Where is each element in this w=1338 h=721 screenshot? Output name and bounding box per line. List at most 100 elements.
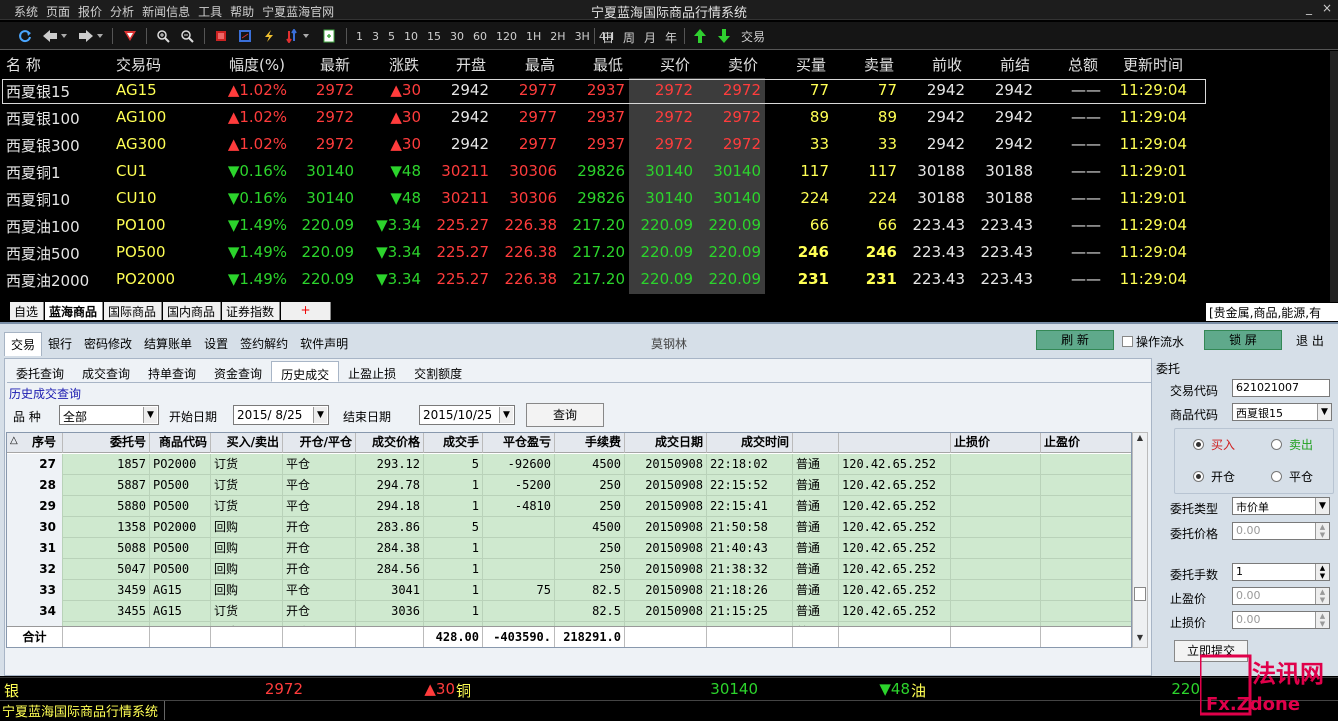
- chevron-down-icon[interactable]: ▼: [1315, 498, 1329, 514]
- submit-order-button[interactable]: 立即提交: [1174, 640, 1248, 662]
- trade-button[interactable]: 交易: [738, 27, 768, 45]
- goods-code-select[interactable]: 西夏银15 ▼: [1232, 403, 1332, 421]
- zoom-in-icon[interactable]: [154, 27, 172, 45]
- grid-col-header[interactable]: 成交日期: [625, 433, 707, 453]
- trade-tab[interactable]: 软件声明: [294, 332, 354, 356]
- export-icon[interactable]: [320, 27, 338, 45]
- trade-code-field[interactable]: 621021007: [1232, 379, 1330, 397]
- exit-button[interactable]: 退 出: [1296, 332, 1324, 349]
- query-tab[interactable]: 历史成交: [271, 361, 340, 382]
- period-button[interactable]: 2H: [550, 30, 565, 43]
- menu-item[interactable]: 新闻信息: [142, 3, 190, 20]
- scroll-up-icon[interactable]: ▲: [1133, 433, 1147, 447]
- table-row[interactable]: 32 5047 PO500 回购 开仓 284.56 1 250 20150908 21:38:3…: [7, 559, 1131, 580]
- order-type-select[interactable]: 市价单 ▼: [1232, 497, 1330, 515]
- menu-item[interactable]: 分析: [110, 3, 134, 20]
- ticker-name[interactable]: 油: [911, 680, 926, 701]
- grid-col-header[interactable]: 开仓/平仓: [283, 433, 356, 453]
- start-date-picker[interactable]: 2015/ 8/25 ▼: [233, 405, 329, 425]
- variety-select[interactable]: 全部 ▼: [59, 405, 159, 425]
- grid-col-header[interactable]: 委托号: [63, 433, 150, 453]
- table-row[interactable]: 34 3455 AG15 订货 开仓 3036 1 82.5 20150908 21:15:25 普…: [7, 601, 1131, 622]
- menu-item[interactable]: 系统: [14, 3, 38, 20]
- period-button[interactable]: 周: [623, 29, 635, 46]
- lightning-icon[interactable]: [260, 27, 278, 45]
- forward-arrow-icon[interactable]: [76, 27, 104, 45]
- grid-col-header[interactable]: [793, 433, 839, 453]
- grid-col-header[interactable]: 止损价: [951, 433, 1041, 453]
- market-tab[interactable]: 国际商品: [104, 302, 162, 320]
- period-button[interactable]: 15: [427, 30, 441, 43]
- quote-col-header[interactable]: 最低: [593, 54, 623, 75]
- table-row[interactable]: 27 1857 PO2000 订货 平仓 293.12 5 -92600 4500 2015090…: [7, 454, 1131, 475]
- table-row[interactable]: 33 3459 AG15 回购 平仓 3041 1 75 82.5 20150908 21:18:2…: [7, 580, 1131, 601]
- spinner-icon[interactable]: ▲ ▼: [1315, 523, 1329, 539]
- period-button[interactable]: 1: [356, 30, 363, 43]
- buy-radio[interactable]: [1193, 439, 1204, 450]
- quote-row[interactable]: 西夏油100 PO100 ▼1.49% 220.09 ▼3.34 225.27 226.38…: [0, 213, 1338, 240]
- quote-col-header[interactable]: 开盘: [456, 54, 486, 75]
- close-button[interactable]: ×: [1322, 1, 1332, 15]
- spinner-icon[interactable]: ▲ ▼: [1315, 588, 1329, 604]
- quote-row[interactable]: 西夏铜10 CU10 ▼0.16% 30140 ▼48 30211 30306 29826 30…: [0, 186, 1338, 213]
- end-date-picker[interactable]: 2015/10/25 ▼: [419, 405, 515, 425]
- refresh-icon[interactable]: [16, 27, 34, 45]
- grid-col-header[interactable]: 买入/卖出: [211, 433, 283, 453]
- trade-tab[interactable]: 设置: [198, 332, 234, 356]
- menu-item[interactable]: 报价: [78, 3, 102, 20]
- chart-type-icon[interactable]: [212, 27, 230, 45]
- checkbox-box[interactable]: [1122, 336, 1133, 347]
- market-tab[interactable]: +: [281, 302, 331, 320]
- sell-radio[interactable]: [1271, 439, 1282, 450]
- quote-col-header[interactable]: 买价: [660, 54, 690, 75]
- grid-col-header[interactable]: 成交时间: [707, 433, 793, 453]
- quote-col-header[interactable]: 最新: [320, 54, 350, 75]
- quote-col-header[interactable]: 最高: [525, 54, 555, 75]
- query-tab[interactable]: 委托查询: [7, 361, 73, 382]
- trade-tab[interactable]: 交易: [4, 332, 43, 356]
- trade-tab[interactable]: 签约解约: [234, 332, 294, 356]
- quote-row[interactable]: 西夏银300 AG300 ▲1.02% 2972 ▲30 2942 2977 2937 2972…: [0, 132, 1338, 159]
- quote-col-header[interactable]: 前结: [1000, 54, 1030, 75]
- spinner-icon[interactable]: ▲ ▼: [1315, 564, 1329, 580]
- down-arrow-icon[interactable]: [716, 27, 732, 45]
- order-price-field[interactable]: 0.00 ▲ ▼: [1232, 522, 1330, 540]
- menu-item[interactable]: 帮助: [230, 3, 254, 20]
- spinner-icon[interactable]: ▲ ▼: [1315, 612, 1329, 628]
- grid-col-header[interactable]: 止盈价: [1041, 433, 1131, 453]
- quote-row[interactable]: 西夏油500 PO500 ▼1.49% 220.09 ▼3.34 225.27 226.38…: [0, 240, 1338, 267]
- market-tab[interactable]: 蓝海商品: [45, 302, 103, 320]
- chevron-down-icon[interactable]: ▼: [313, 407, 327, 423]
- quote-row[interactable]: 西夏银100 AG100 ▲1.02% 2972 ▲30 2942 2977 2937 2972…: [0, 105, 1338, 132]
- zoom-out-icon[interactable]: [178, 27, 196, 45]
- chevron-down-icon[interactable]: ▼: [143, 407, 157, 423]
- quote-scrollbar[interactable]: [1330, 51, 1338, 303]
- quote-col-header[interactable]: 卖量: [864, 54, 894, 75]
- open-radio[interactable]: [1193, 471, 1204, 482]
- period-button[interactable]: 5: [388, 30, 395, 43]
- period-button[interactable]: 120: [496, 30, 517, 43]
- query-button[interactable]: 查询: [526, 403, 604, 427]
- grid-col-header[interactable]: 商品代码: [150, 433, 211, 453]
- grid-col-header[interactable]: 手续费: [555, 433, 625, 453]
- bookmark-icon[interactable]: [120, 27, 140, 45]
- period-button[interactable]: 10: [404, 30, 418, 43]
- ticker-name[interactable]: 银: [4, 680, 19, 701]
- trade-tab[interactable]: 密码修改: [78, 332, 138, 356]
- period-button[interactable]: 年: [665, 29, 677, 46]
- market-tab[interactable]: 证券指数: [222, 302, 280, 320]
- menu-item[interactable]: 工具: [198, 3, 222, 20]
- market-tab[interactable]: 国内商品: [163, 302, 221, 320]
- grid-col-header[interactable]: 成交价格: [356, 433, 424, 453]
- close-radio[interactable]: [1271, 471, 1282, 482]
- trade-tab[interactable]: 结算账单: [138, 332, 198, 356]
- chevron-down-icon[interactable]: ▼: [499, 407, 513, 423]
- quote-col-header[interactable]: 卖价: [728, 54, 758, 75]
- grid-col-header[interactable]: 成交手: [424, 433, 483, 453]
- quote-col-header[interactable]: 总额: [1068, 54, 1098, 75]
- quote-row[interactable]: 西夏铜1 CU1 ▼0.16% 30140 ▼48 30211 30306 29826 3014…: [0, 159, 1338, 186]
- query-tab[interactable]: 止盈止损: [339, 361, 405, 382]
- grid-col-header[interactable]: 平仓盈亏: [483, 433, 555, 453]
- quote-col-header[interactable]: 更新时间: [1123, 54, 1183, 75]
- period-button[interactable]: 3: [372, 30, 379, 43]
